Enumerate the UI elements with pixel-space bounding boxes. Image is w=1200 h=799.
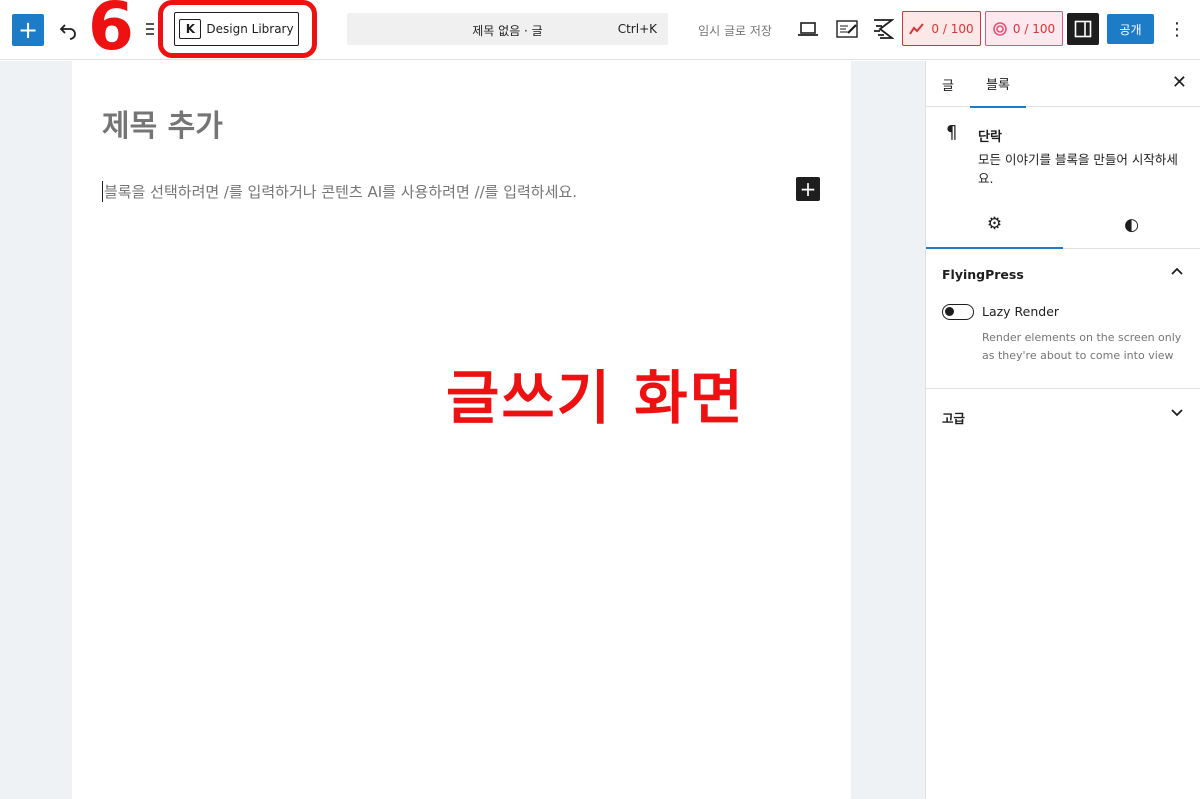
undo-button[interactable]	[56, 16, 80, 44]
tab-settings[interactable]: ⚙	[926, 201, 1063, 249]
publish-button[interactable]: 공개	[1107, 14, 1154, 44]
laptop-icon	[798, 22, 818, 36]
document-edit-icon	[836, 20, 858, 38]
flyingpress-panel: FlyingPress Lazy Render Render elements …	[926, 249, 1200, 389]
annotation-highlight-box	[158, 0, 317, 58]
seo-score-button[interactable]: 0 / 100	[902, 11, 981, 46]
advanced-panel[interactable]: 고급	[926, 389, 1200, 441]
post-title-input[interactable]: 제목 추가	[102, 101, 223, 145]
editor-page: 제목 추가 블록을 선택하려면 /를 입력하거나 콘텐츠 AI를 사용하려면 /…	[72, 61, 851, 799]
content-score-button[interactable]: 0 / 100	[985, 11, 1063, 46]
more-options-button[interactable]: ⋮	[1166, 16, 1188, 42]
post-edit-tool-button[interactable]	[836, 18, 860, 40]
close-sidebar-button[interactable]: ✕	[1172, 72, 1187, 93]
settings-sidebar: 글 블록 ✕ ¶ 단락 모든 이야기를 블록을 만들어 시작하세요. ⚙ ◐ F…	[925, 61, 1200, 799]
lazy-render-help: Render elements on the screen only as th…	[982, 331, 1182, 362]
content-score-value: 0 / 100	[1012, 21, 1056, 36]
tab-post[interactable]: 글	[942, 61, 954, 107]
save-draft-button[interactable]: 임시 글로 저장	[690, 20, 780, 40]
preview-button[interactable]	[797, 18, 819, 40]
target-score-icon	[993, 21, 1007, 36]
tab-block[interactable]: 블록	[970, 61, 1026, 108]
lazy-render-toggle[interactable]	[942, 304, 974, 320]
contrast-icon: ◐	[1124, 215, 1139, 235]
editor-canvas: 제목 추가 블록을 선택하려면 /를 입력하거나 콘텐츠 AI를 사용하려면 /…	[0, 61, 925, 799]
gear-icon: ⚙	[986, 214, 1003, 234]
settings-panel-toggle[interactable]	[1067, 13, 1099, 45]
block-description: 모든 이야기를 블록을 만들어 시작하세요.	[978, 152, 1178, 186]
flyingpress-icon	[874, 19, 894, 39]
paragraph-icon: ¶	[946, 122, 958, 143]
block-name: 단락	[978, 130, 1002, 145]
editor-toolbar: + K Design Library 6 제목 없음 · 글 Ctrl+K 임시…	[0, 0, 1200, 60]
undo-icon	[59, 24, 76, 40]
add-block-button[interactable]: +	[12, 14, 44, 46]
toggle-knob	[945, 307, 954, 316]
document-bar[interactable]: 제목 없음 · 글 Ctrl+K	[347, 13, 668, 45]
inline-add-block-button[interactable]: +	[796, 177, 820, 201]
chevron-up-icon[interactable]	[1171, 263, 1183, 279]
sidebar-tabs: 글 블록 ✕	[926, 61, 1200, 108]
sidebar-icon	[1074, 20, 1092, 38]
chevron-down-icon	[1171, 405, 1183, 421]
command-palette-shortcut: Ctrl+K	[617, 22, 657, 36]
block-inspector-tabs: ⚙ ◐	[926, 201, 1200, 249]
tab-styles[interactable]: ◐	[1063, 201, 1200, 249]
chart-score-icon	[909, 22, 925, 35]
paragraph-block-placeholder[interactable]: 블록을 선택하려면 /를 입력하거나 콘텐츠 AI를 사용하려면 //를 입력하…	[102, 181, 577, 202]
advanced-panel-title: 고급	[942, 411, 966, 426]
flyingpress-button[interactable]	[872, 16, 894, 42]
seo-score-value: 0 / 100	[931, 21, 974, 36]
flyingpress-panel-title[interactable]: FlyingPress	[942, 267, 1024, 282]
lazy-render-label: Lazy Render	[982, 304, 1060, 319]
annotation-overlay-text: 글쓰기 화면	[446, 364, 745, 432]
list-view-button[interactable]	[140, 18, 154, 40]
annotation-step-number: 6	[88, 0, 134, 65]
list-view-icon	[146, 23, 154, 35]
